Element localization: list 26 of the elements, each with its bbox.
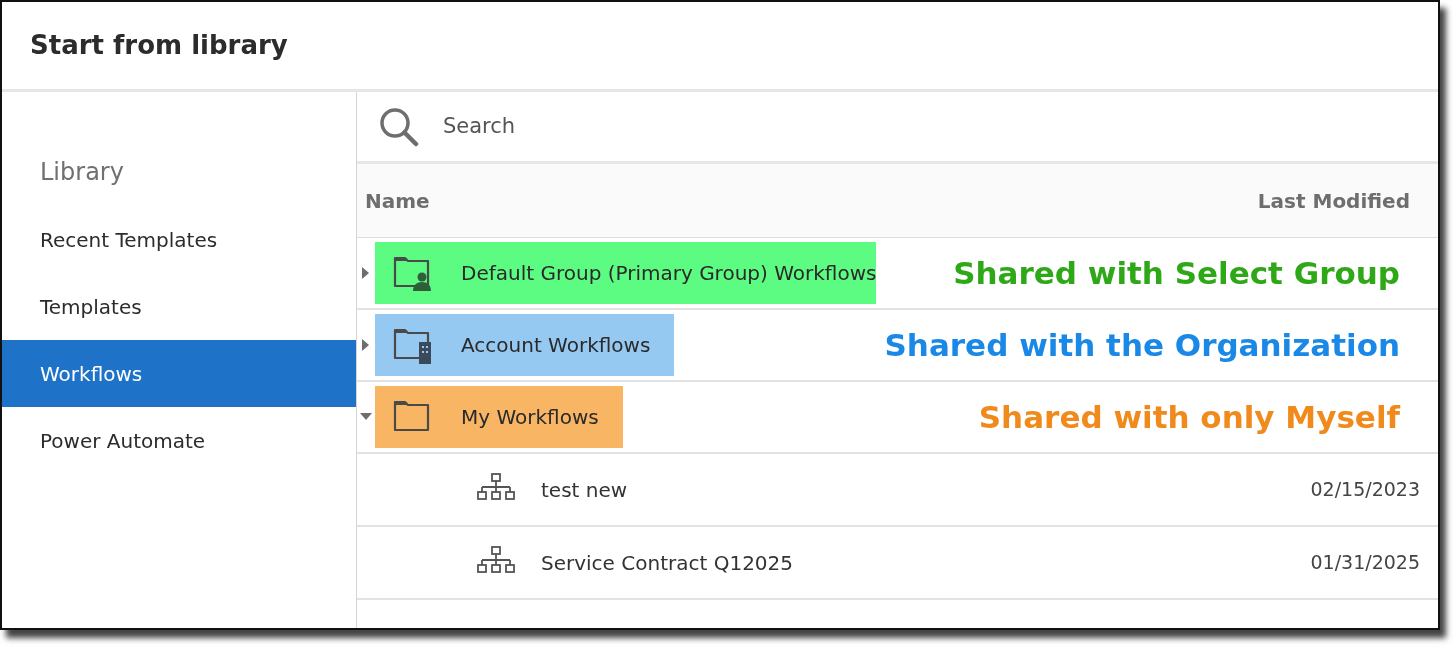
sidebar-heading: Library [39, 157, 125, 188]
folder-row-highlight[interactable]: Default Group (Primary Group) Workflows [375, 242, 877, 304]
folder-row-highlight[interactable]: Account Workflows [375, 314, 675, 376]
modified-date: 02/15/2023 [1310, 477, 1421, 503]
folder-name: Account Workflows [461, 332, 651, 359]
folder-name: Default Group (Primary Group) Workflows [461, 260, 877, 287]
caret-right-icon[interactable] [362, 267, 370, 279]
folder-row-highlight[interactable]: My Workflows [375, 386, 623, 448]
folder-name: My Workflows [461, 404, 599, 431]
modified-date: 01/31/2025 [1310, 550, 1421, 576]
caret-down-icon[interactable] [360, 413, 372, 421]
search-field[interactable]: Search [441, 109, 1438, 144]
workflow-name[interactable]: test new [541, 474, 628, 505]
sidebar-item[interactable]: Workflows [2, 340, 356, 407]
caret-right-icon[interactable] [362, 339, 370, 351]
sidebar-item[interactable]: Templates [2, 273, 356, 340]
column-header: Last Modified [1257, 187, 1410, 215]
window-title: Start from library [30, 29, 288, 62]
sidebar-item[interactable]: Recent Templates [2, 206, 356, 273]
annotation-label: Shared with Select Group [953, 253, 1401, 293]
search-icon [379, 106, 419, 147]
sidebar-item[interactable]: Power Automate [2, 407, 356, 474]
annotation-label: Shared with only Myself [978, 397, 1402, 437]
workflow-name[interactable]: Service Contract Q12025 [541, 547, 794, 578]
annotation-label: Shared with the Organization [884, 325, 1401, 365]
column-header: Name [365, 187, 430, 215]
